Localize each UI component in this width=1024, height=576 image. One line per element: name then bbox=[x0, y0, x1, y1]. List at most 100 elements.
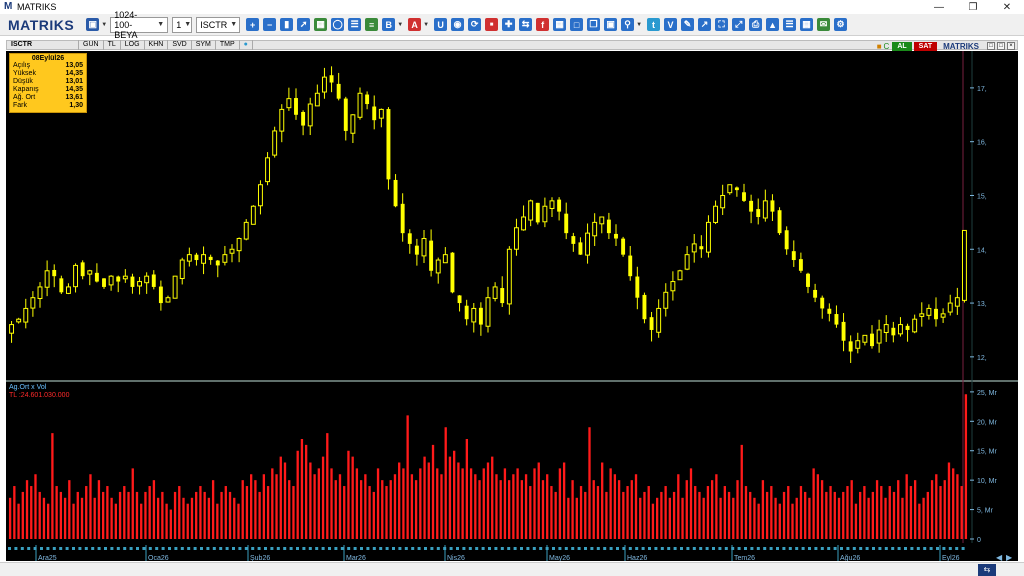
text-dropdown-icon[interactable]: ▼ bbox=[423, 22, 429, 28]
fullscreen-icon[interactable]: ⛶ bbox=[715, 18, 729, 31]
x-axis-day-tick bbox=[296, 547, 299, 550]
save-icon[interactable]: ▣ bbox=[86, 18, 100, 31]
pen-icon[interactable]: ✎ bbox=[681, 18, 695, 31]
candle-body-down bbox=[343, 98, 348, 131]
copy-icon[interactable]: ❐ bbox=[587, 18, 601, 31]
x-axis-day-tick bbox=[276, 547, 280, 550]
settings-gear-icon[interactable]: ⚙ bbox=[834, 18, 848, 31]
x-axis-day-tick bbox=[532, 547, 536, 550]
x-axis-day-tick bbox=[571, 547, 575, 550]
sync-icon[interactable]: ⇆ bbox=[978, 564, 996, 576]
trendline-icon[interactable]: ➚ bbox=[297, 18, 311, 31]
candle-body-up bbox=[229, 248, 235, 254]
text-tool-icon[interactable]: A bbox=[408, 18, 422, 31]
sell-button[interactable]: SAT bbox=[913, 41, 938, 51]
target-icon[interactable]: ◉ bbox=[451, 18, 465, 31]
scroll-left-icon[interactable]: ◀ bbox=[996, 553, 1003, 561]
template-icon[interactable]: ▦ bbox=[314, 18, 328, 31]
candle-body-down bbox=[80, 262, 85, 277]
tab-khn[interactable]: KHN bbox=[145, 40, 169, 50]
magnet-icon[interactable]: U bbox=[434, 18, 448, 31]
volume-y-tick-label: 10, Mr bbox=[977, 478, 998, 485]
period-select[interactable]: 1 ▼ bbox=[172, 16, 193, 33]
candle-body-down bbox=[208, 256, 213, 261]
volume-y-tick-label: 20, Mr bbox=[977, 419, 998, 426]
candle-body-up bbox=[549, 200, 555, 209]
candle-body-down bbox=[429, 240, 434, 271]
symbol-select[interactable]: ISCTR ▼ bbox=[196, 16, 241, 33]
main-toolbar: MATRIKS ▣ ▼ 1024-100-BEYA ▼ 1 ▼ ISCTR ▼ + −… bbox=[0, 10, 1024, 40]
chart-type-icon[interactable]: ▮ bbox=[280, 18, 294, 31]
x-axis-day-tick bbox=[238, 547, 242, 550]
window-restore-icon[interactable]: □ bbox=[987, 42, 995, 50]
minimize-icon[interactable]: — bbox=[922, 0, 956, 14]
layout-select[interactable]: 1024-100-BEYA ▼ bbox=[110, 10, 169, 40]
calculator-icon[interactable]: ▦ bbox=[800, 18, 814, 31]
tab-tmp[interactable]: TMP bbox=[216, 40, 240, 50]
x-axis-day-tick bbox=[206, 547, 210, 550]
crosshair-icon[interactable]: ✚ bbox=[502, 18, 516, 31]
tab-tl[interactable]: TL bbox=[104, 40, 121, 50]
chart-svg[interactable]: 12, 13, 14, 15, 16, 17, 25, Mr 20, Mr 15, Mr 10, … bbox=[6, 51, 1018, 561]
stop-icon[interactable]: ■ bbox=[485, 18, 499, 31]
candle-body-down bbox=[841, 321, 846, 341]
x-axis-day-tick bbox=[680, 547, 683, 550]
maximize-icon[interactable]: ❐ bbox=[956, 0, 990, 14]
indicator-icon[interactable]: ☰ bbox=[348, 18, 362, 31]
magnifier-icon[interactable]: ⚲ bbox=[621, 18, 635, 31]
candle-body-down bbox=[151, 274, 156, 287]
save-dropdown-icon[interactable]: ▼ bbox=[101, 22, 107, 28]
x-axis-day-tick bbox=[724, 547, 728, 550]
alert-icon[interactable]: ▲ bbox=[766, 18, 780, 31]
x-axis-day-tick bbox=[916, 547, 920, 550]
refresh-icon[interactable]: ⟳ bbox=[468, 18, 482, 31]
bold-dropdown-icon[interactable]: ▼ bbox=[397, 22, 403, 28]
buy-button[interactable]: AL bbox=[892, 41, 912, 51]
export-icon[interactable]: ↗ bbox=[698, 18, 712, 31]
chart-area[interactable]: 12, 13, 14, 15, 16, 17, 25, Mr 20, Mr 15, Mr 10, … bbox=[6, 51, 1018, 561]
green-c-icon[interactable]: C bbox=[884, 42, 890, 51]
print-icon[interactable]: ⎙ bbox=[749, 18, 763, 31]
x-axis-day-tick bbox=[417, 547, 421, 550]
bold-b-icon[interactable]: B bbox=[382, 18, 396, 31]
resize-icon[interactable]: ⤢ bbox=[732, 18, 746, 31]
twitter-icon[interactable]: t bbox=[647, 18, 661, 31]
chat-icon[interactable]: ✉ bbox=[817, 18, 831, 31]
tab-sym[interactable]: SYM bbox=[192, 40, 216, 50]
x-axis-day-tick bbox=[667, 547, 671, 550]
candle-body-up bbox=[37, 286, 43, 300]
candle-body-up bbox=[506, 248, 512, 305]
x-axis-day-tick bbox=[833, 547, 837, 550]
x-axis-day-tick bbox=[187, 547, 191, 550]
table-icon[interactable]: ▦ bbox=[553, 18, 567, 31]
candle-body-down bbox=[336, 83, 341, 99]
chart-symbol-label[interactable]: ISCTR bbox=[7, 40, 79, 50]
candle-body-down bbox=[734, 187, 739, 191]
function-icon[interactable]: f bbox=[536, 18, 550, 31]
layers-icon[interactable]: ≡ bbox=[365, 18, 379, 31]
window-close-icon[interactable]: × bbox=[1007, 42, 1015, 50]
compare-icon[interactable]: ⇆ bbox=[519, 18, 533, 31]
candle-body-up bbox=[30, 297, 36, 309]
scroll-right-icon[interactable]: ▶ bbox=[1006, 553, 1013, 561]
candle-body-up bbox=[265, 157, 271, 183]
tab-log[interactable]: LOG bbox=[121, 40, 145, 50]
check-v-icon[interactable]: V bbox=[664, 18, 678, 31]
zoom-in-icon[interactable]: + bbox=[246, 18, 260, 31]
candle-body-up bbox=[87, 270, 93, 275]
window-icon[interactable]: □ bbox=[570, 18, 584, 31]
magnifier-dropdown-icon[interactable]: ▼ bbox=[636, 22, 642, 28]
twitter-icon[interactable]: ● bbox=[240, 40, 253, 50]
info-row-open: Açılış 13,05 bbox=[13, 62, 83, 69]
window-max-icon[interactable]: □ bbox=[997, 42, 1005, 50]
tab-gun[interactable]: GUN bbox=[79, 40, 104, 50]
tab-svd[interactable]: SVD bbox=[168, 40, 192, 50]
zoom-out-icon[interactable]: − bbox=[263, 18, 277, 31]
close-icon[interactable]: ✕ bbox=[990, 0, 1024, 14]
x-axis-day-tick bbox=[820, 547, 824, 550]
clock-icon[interactable]: ◯ bbox=[331, 18, 345, 31]
list-icon[interactable]: ☰ bbox=[783, 18, 797, 31]
scan-icon[interactable]: ▣ bbox=[604, 18, 618, 31]
lock-icon[interactable]: ■ bbox=[877, 42, 882, 51]
candle-body-up bbox=[670, 281, 676, 292]
